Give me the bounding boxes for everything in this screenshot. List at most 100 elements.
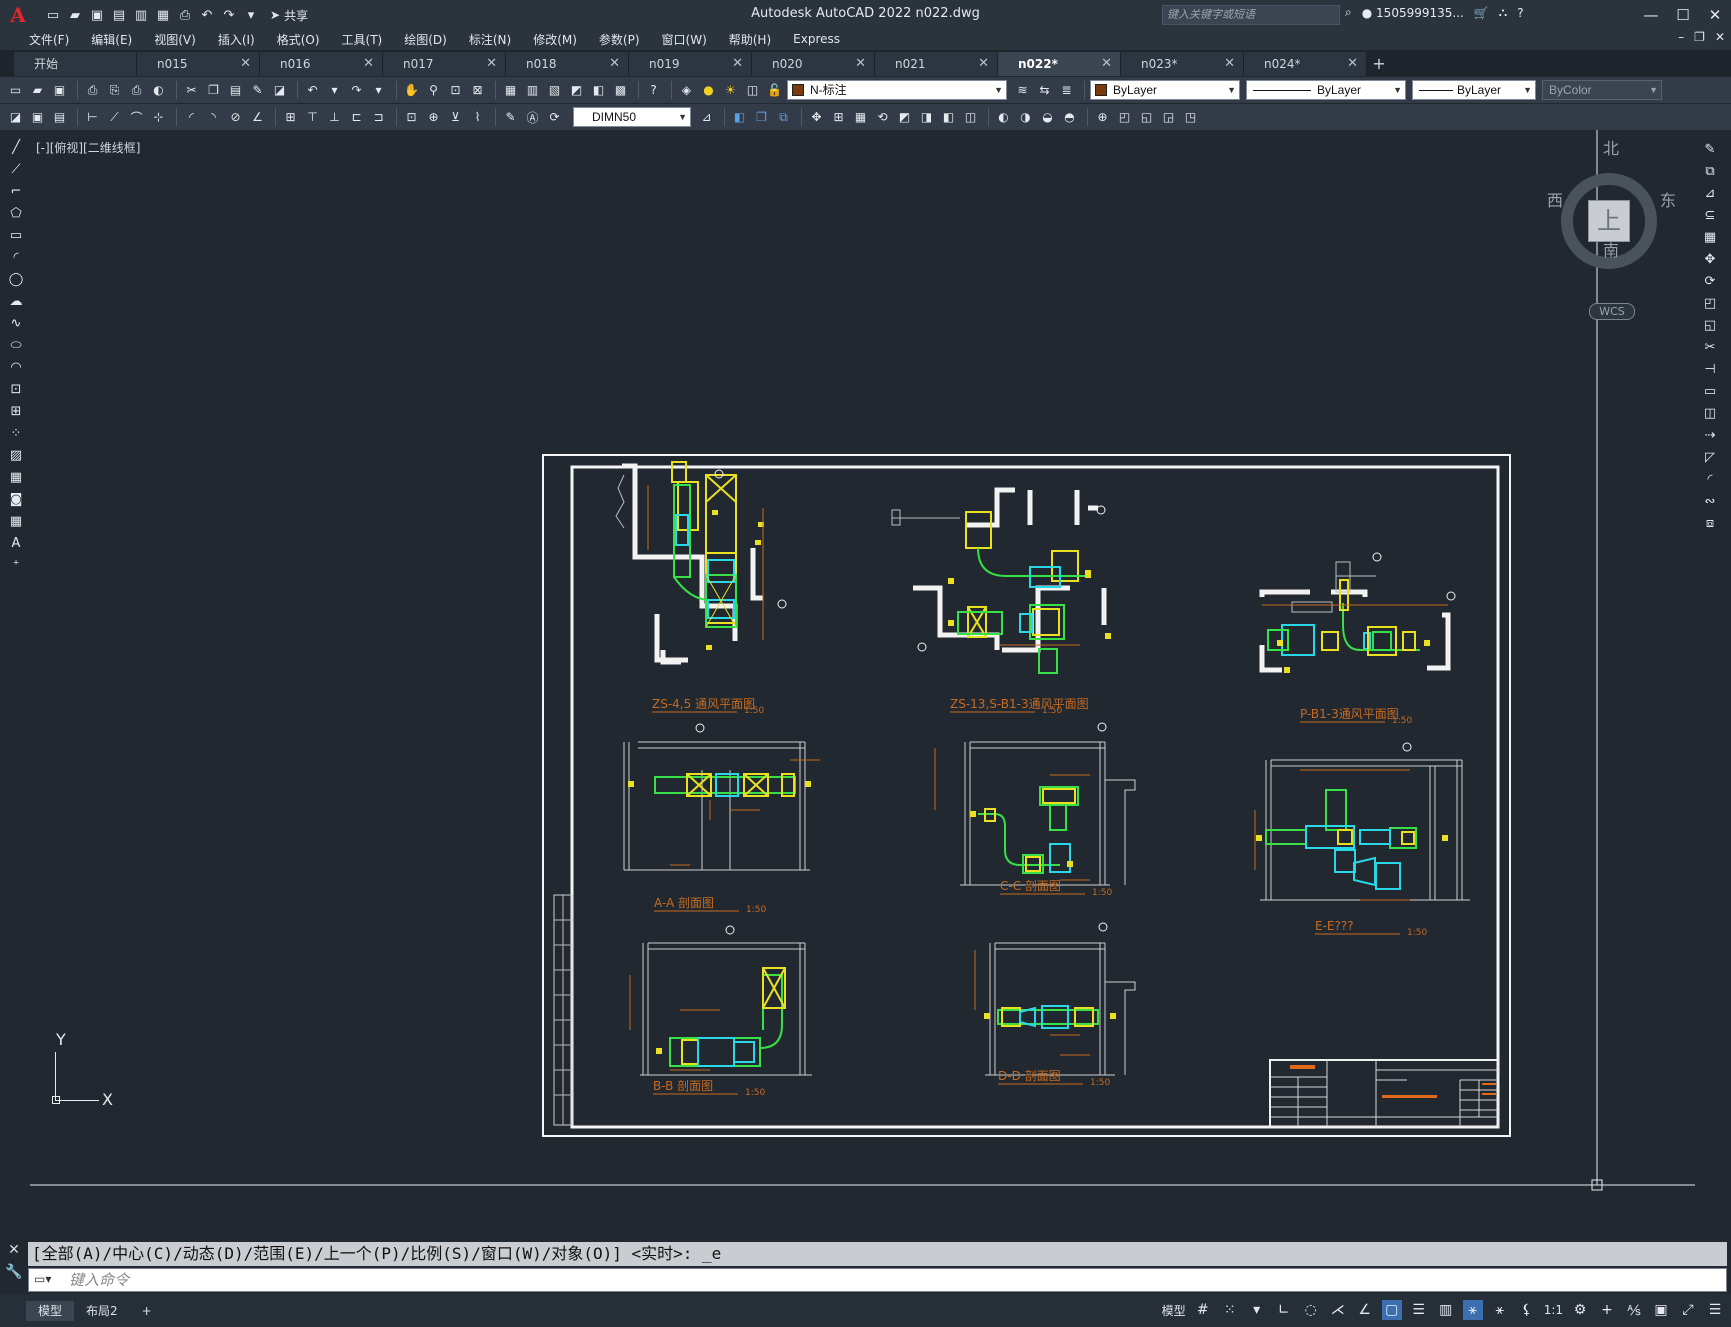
- dim-text-edit-icon[interactable]: Ⓐ: [523, 108, 542, 127]
- menu-parametric[interactable]: 参数(P): [588, 31, 651, 48]
- block-insert-icon[interactable]: ⊕: [1093, 108, 1112, 127]
- annotation-scale-icon[interactable]: ⚸: [1517, 1300, 1537, 1320]
- ortho-icon[interactable]: ∟: [1274, 1300, 1294, 1320]
- linetype-select[interactable]: ByLayer ▼: [1246, 80, 1406, 100]
- radius-dim-icon[interactable]: ◜: [182, 108, 201, 127]
- viewcube-east[interactable]: 东: [1660, 187, 1676, 211]
- tab-close-icon[interactable]: ✕: [363, 52, 374, 76]
- layer-select[interactable]: N-标注 ▼: [787, 80, 1007, 100]
- redo-icon[interactable]: ↷: [220, 6, 238, 24]
- baseline-dim-icon[interactable]: ⊤: [303, 108, 322, 127]
- stretch-icon[interactable]: ◱: [1701, 316, 1720, 335]
- viewport-controls[interactable]: [-][俯视][二维线框]: [36, 139, 140, 156]
- save-icon[interactable]: ▣: [50, 81, 69, 100]
- calculator-icon[interactable]: ▩: [611, 81, 630, 100]
- make-current-layer-icon[interactable]: ≋: [1013, 81, 1032, 100]
- redo-dropdown-icon[interactable]: ▾: [369, 81, 388, 100]
- color-select[interactable]: ByLayer ▼: [1090, 80, 1240, 100]
- offset-icon[interactable]: ⊆: [1701, 206, 1720, 225]
- dim-update-icon[interactable]: ⟳: [545, 108, 564, 127]
- dim-break-icon[interactable]: ⊐: [369, 108, 388, 127]
- polygon-icon[interactable]: ⬠: [7, 204, 26, 223]
- search-icon[interactable]: ⌕: [1345, 5, 1352, 20]
- doc-minimize-icon[interactable]: –: [1678, 30, 1684, 44]
- polyline-icon[interactable]: ⌐: [7, 182, 26, 201]
- modify-extend-icon[interactable]: ◫: [961, 108, 980, 127]
- open-file-icon[interactable]: ▰: [66, 6, 84, 24]
- drawing-canvas[interactable]: ZS-4,5 通风平面图 1:50 ZS-13,S-B1-3通风平面图 1:50 P-B…: [30, 130, 1695, 1235]
- gradient-icon[interactable]: ▦: [7, 468, 26, 487]
- layer-properties-icon[interactable]: ◈: [677, 81, 696, 100]
- workspace-icon[interactable]: ◪: [6, 108, 25, 127]
- copy-object-icon[interactable]: ⧉: [1701, 162, 1720, 181]
- modify-copy-icon[interactable]: ❐: [752, 108, 771, 127]
- share-button[interactable]: ➤ 共享: [270, 7, 308, 24]
- tab-n015[interactable]: n015 ✕: [137, 52, 260, 76]
- ordinate-dim-icon[interactable]: ⊹: [149, 108, 168, 127]
- 3d-print-icon[interactable]: ◐: [149, 81, 168, 100]
- dim-edit-icon[interactable]: ✎: [501, 108, 520, 127]
- undo-icon[interactable]: ↶: [198, 6, 216, 24]
- tab-n020[interactable]: n020 ✕: [752, 52, 875, 76]
- inspect-icon[interactable]: ⊻: [446, 108, 465, 127]
- modify-erase-icon[interactable]: ◧: [730, 108, 749, 127]
- paste-icon[interactable]: ▤: [226, 81, 245, 100]
- snap-icon[interactable]: ⁙: [1220, 1300, 1240, 1320]
- menu-window[interactable]: 窗口(W): [651, 31, 718, 48]
- command-input[interactable]: 键入命令: [28, 1268, 1727, 1292]
- object-snap-tracking-icon[interactable]: ∠: [1355, 1300, 1375, 1320]
- make-block-icon[interactable]: ⊞: [7, 402, 26, 421]
- new-file-icon[interactable]: ▭: [44, 6, 62, 24]
- table-icon[interactable]: ▦: [7, 512, 26, 531]
- quick-properties-icon[interactable]: ▣: [1651, 1300, 1671, 1320]
- sheet-set-icon[interactable]: ◩: [567, 81, 586, 100]
- aligned-dim-icon[interactable]: ⟋: [105, 108, 124, 127]
- join-icon[interactable]: ⇢: [1701, 426, 1720, 445]
- modify-rotate-icon[interactable]: ⟲: [873, 108, 892, 127]
- plot-preview-icon[interactable]: ⎘: [105, 81, 124, 100]
- tab-close-icon[interactable]: ✕: [732, 52, 743, 76]
- modify-break-icon[interactable]: ◐: [994, 108, 1013, 127]
- block-attribute-icon[interactable]: ◱: [1137, 108, 1156, 127]
- block-create-icon[interactable]: ◰: [1115, 108, 1134, 127]
- save-as-icon[interactable]: ▤: [110, 6, 128, 24]
- tab-n018[interactable]: n018 ✕: [506, 52, 629, 76]
- center-mark-icon[interactable]: ⊕: [424, 108, 443, 127]
- tab-layout2[interactable]: 布局2: [74, 1301, 130, 1321]
- block-write-icon[interactable]: ◲: [1159, 108, 1178, 127]
- grid-icon[interactable]: #: [1193, 1300, 1213, 1320]
- menu-express[interactable]: Express: [782, 32, 851, 46]
- tab-model[interactable]: 模型: [26, 1300, 75, 1321]
- menu-modify[interactable]: 修改(M): [522, 31, 588, 48]
- modify-fillet-icon[interactable]: ◓: [1060, 108, 1079, 127]
- workspace-settings-icon[interactable]: ▤: [50, 108, 69, 127]
- redo-icon[interactable]: ↷: [347, 81, 366, 100]
- tab-close-icon[interactable]: ✕: [1347, 52, 1358, 76]
- spline-icon[interactable]: ∿: [7, 314, 26, 333]
- object-snap-icon[interactable]: ▢: [1381, 1300, 1402, 1320]
- tab-close-icon[interactable]: ✕: [855, 52, 866, 76]
- tab-n021[interactable]: n021 ✕: [875, 52, 998, 76]
- ellipse-arc-icon[interactable]: ◠: [7, 358, 26, 377]
- circle-icon[interactable]: ◯: [7, 270, 26, 289]
- block-editor-icon[interactable]: ◪: [270, 81, 289, 100]
- fillet-icon[interactable]: ◜: [1701, 470, 1720, 489]
- dim-style-manager-icon[interactable]: ⊿: [697, 108, 716, 127]
- save-icon[interactable]: ▣: [88, 6, 106, 24]
- add-layout-button[interactable]: +: [130, 1301, 164, 1321]
- revision-cloud-icon[interactable]: ☁: [7, 292, 26, 311]
- layer-previous-icon[interactable]: ⇆: [1035, 81, 1054, 100]
- tab-n024[interactable]: n024* ✕: [1244, 52, 1367, 76]
- mtext-icon[interactable]: A: [7, 534, 26, 553]
- block-manager-icon[interactable]: ◳: [1181, 108, 1200, 127]
- search-input[interactable]: 键入关键字或短语: [1162, 5, 1340, 25]
- publish-icon[interactable]: ⎙: [127, 81, 146, 100]
- modify-array-icon[interactable]: ▦: [851, 108, 870, 127]
- cart-icon[interactable]: 🛒: [1474, 6, 1489, 20]
- extend-icon[interactable]: ⊣: [1701, 360, 1720, 379]
- user-account[interactable]: ● 1505999135...: [1362, 6, 1464, 20]
- tab-close-icon[interactable]: ✕: [978, 52, 989, 76]
- app-logo[interactable]: A: [0, 0, 36, 30]
- plot-icon[interactable]: ⎙: [83, 81, 102, 100]
- help-icon[interactable]: ?: [644, 81, 663, 100]
